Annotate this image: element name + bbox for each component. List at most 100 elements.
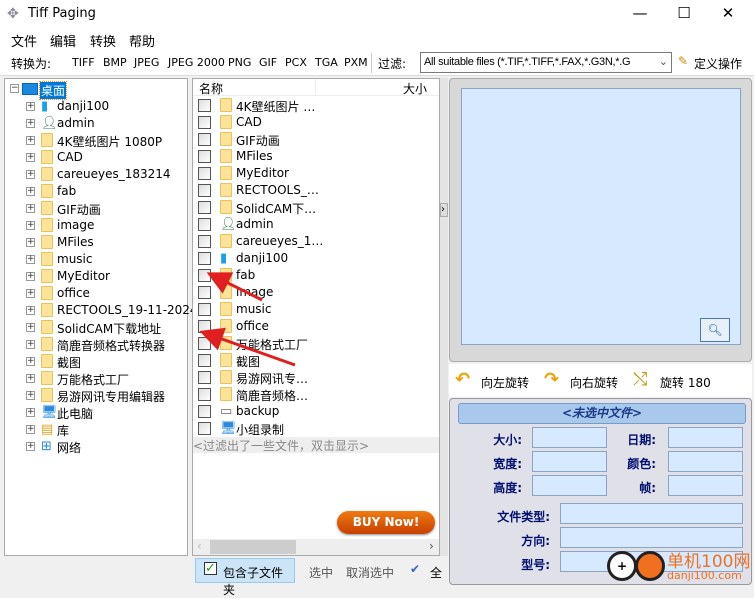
list-item[interactable]: GIF动画	[193, 131, 433, 148]
list-item[interactable]: RECTOOLS_…	[193, 182, 433, 199]
list-item[interactable]: MyEditor	[193, 165, 433, 182]
format-png[interactable]: PNG	[228, 56, 251, 69]
tree-item[interactable]: + MFiles	[5, 234, 187, 251]
list-item[interactable]: careueyes_1…	[193, 233, 433, 250]
select-button[interactable]: 选中	[309, 564, 333, 581]
deselect-button[interactable]: 取消选中	[346, 564, 394, 581]
expand-icon[interactable]: +	[26, 391, 35, 400]
tree-item[interactable]: + ▤ 库	[5, 421, 187, 438]
tree-item[interactable]: + 👤︎ admin	[5, 115, 187, 132]
expand-icon[interactable]: +	[26, 408, 35, 417]
collapse-arrow-icon[interactable]: ›	[440, 203, 448, 217]
select-all-button[interactable]: 全	[430, 564, 442, 581]
expand-icon[interactable]: +	[26, 170, 35, 179]
format-tiff[interactable]: TIFF	[72, 56, 95, 69]
list-item[interactable]: CAD	[193, 114, 433, 131]
item-checkbox[interactable]	[198, 337, 211, 350]
rotate-left-button[interactable]: 向左旋转	[481, 374, 529, 391]
item-checkbox[interactable]	[198, 371, 211, 384]
list-item[interactable]: 🖥︎ 小组录制	[193, 420, 433, 437]
list-item[interactable]: 易游网讯专…	[193, 369, 433, 386]
include-subfolders-toggle[interactable]: ✓ 包含子文件夹	[195, 558, 295, 597]
menu-edit[interactable]: 编辑	[50, 31, 76, 50]
expand-icon[interactable]: +	[26, 323, 35, 332]
custom-action-button[interactable]: 定义操作	[694, 55, 742, 72]
tree-item[interactable]: + ▮ danji100	[5, 98, 187, 115]
item-checkbox[interactable]	[198, 167, 211, 180]
expand-icon[interactable]: +	[26, 221, 35, 230]
maximize-button[interactable]: ☐	[664, 4, 704, 24]
expand-icon[interactable]: +	[26, 187, 35, 196]
item-checkbox[interactable]	[198, 422, 211, 435]
item-checkbox[interactable]	[198, 99, 211, 112]
scrollbar-thumb[interactable]	[210, 540, 296, 554]
folder-tree[interactable]: − 桌面 + ▮ danji100 + 👤︎ admin +4K壁纸图片 1080P + CAD…	[4, 78, 217, 556]
format-gif[interactable]: GIF	[259, 56, 277, 69]
panel-splitter[interactable]: ›	[440, 78, 448, 556]
tree-item[interactable]: + 截图	[5, 353, 187, 370]
item-checkbox[interactable]	[198, 286, 211, 299]
rotate-right-button[interactable]: 向右旋转	[570, 374, 618, 391]
format-bmp[interactable]: BMP	[103, 56, 127, 69]
item-checkbox[interactable]	[198, 235, 211, 248]
tree-item[interactable]: + office	[5, 285, 187, 302]
item-checkbox[interactable]	[198, 133, 211, 146]
list-item[interactable]: ▮ danji100	[193, 250, 433, 267]
menu-file[interactable]: 文件	[11, 31, 37, 50]
item-checkbox[interactable]	[198, 320, 211, 333]
list-item[interactable]: 简鹿音频格…	[193, 386, 433, 403]
tree-item[interactable]: + CAD	[5, 149, 187, 166]
expand-icon[interactable]: +	[26, 289, 35, 298]
expand-icon[interactable]: +	[26, 442, 35, 451]
tree-item[interactable]: + ⊞ 网络	[5, 438, 187, 455]
item-checkbox[interactable]	[198, 184, 211, 197]
filtered-note[interactable]: <过滤出了一些文件，双击显示>	[193, 437, 439, 453]
item-checkbox[interactable]	[198, 354, 211, 367]
list-item[interactable]: office	[193, 318, 433, 335]
expand-icon[interactable]: +	[26, 136, 35, 145]
collapse-icon[interactable]: −	[10, 84, 19, 93]
list-item[interactable]: 4K壁纸图片 …	[193, 97, 433, 114]
buy-now-button[interactable]: BUY Now!	[337, 511, 435, 534]
tree-item[interactable]: + image	[5, 217, 187, 234]
tree-item[interactable]: + 万能格式工厂	[5, 370, 187, 387]
item-checkbox[interactable]	[198, 269, 211, 282]
tree-item[interactable]: + 🖥︎ 此电脑	[5, 404, 187, 421]
tree-item[interactable]: + fab	[5, 183, 187, 200]
list-item[interactable]: 👤︎ admin	[193, 216, 433, 233]
column-name-header[interactable]: 名称	[199, 80, 223, 97]
item-checkbox[interactable]	[198, 218, 211, 231]
item-checkbox[interactable]	[198, 252, 211, 265]
expand-icon[interactable]: +	[26, 272, 35, 281]
horizontal-scrollbar[interactable]: ‹ ›	[193, 539, 439, 555]
list-item[interactable]: image	[193, 284, 433, 301]
list-item[interactable]: music	[193, 301, 433, 318]
menu-convert[interactable]: 转换	[90, 31, 116, 50]
list-item[interactable]: SolidCAM下…	[193, 199, 433, 216]
tree-item[interactable]: + MyEditor	[5, 268, 187, 285]
item-checkbox[interactable]	[198, 116, 211, 129]
item-checkbox[interactable]	[198, 303, 211, 316]
expand-icon[interactable]: +	[26, 425, 35, 434]
format-jpeg2000[interactable]: JPEG 2000	[168, 56, 225, 69]
minimize-button[interactable]: —	[620, 4, 660, 24]
expand-icon[interactable]: +	[26, 340, 35, 349]
expand-icon[interactable]: +	[26, 255, 35, 264]
item-checkbox[interactable]	[198, 201, 211, 214]
expand-icon[interactable]: +	[26, 374, 35, 383]
item-checkbox[interactable]	[198, 150, 211, 163]
tree-item[interactable]: + 简鹿音频格式转换器	[5, 336, 187, 353]
tree-item[interactable]: +4K壁纸图片 1080P	[5, 132, 187, 149]
item-checkbox[interactable]	[198, 405, 211, 418]
tree-item[interactable]: + careueyes_183214	[5, 166, 187, 183]
tree-item[interactable]: + 易游网讯专用编辑器	[5, 387, 187, 404]
expand-icon[interactable]: +	[26, 357, 35, 366]
expand-icon[interactable]: +	[26, 306, 35, 315]
expand-icon[interactable]: +	[26, 153, 35, 162]
scroll-right-icon[interactable]: ›	[429, 539, 434, 553]
column-size-header[interactable]: 大小	[403, 80, 427, 97]
format-pcx[interactable]: PCX	[285, 56, 307, 69]
expand-icon[interactable]: +	[26, 204, 35, 213]
close-button[interactable]: ✕	[708, 4, 748, 24]
menu-help[interactable]: 帮助	[129, 31, 155, 50]
